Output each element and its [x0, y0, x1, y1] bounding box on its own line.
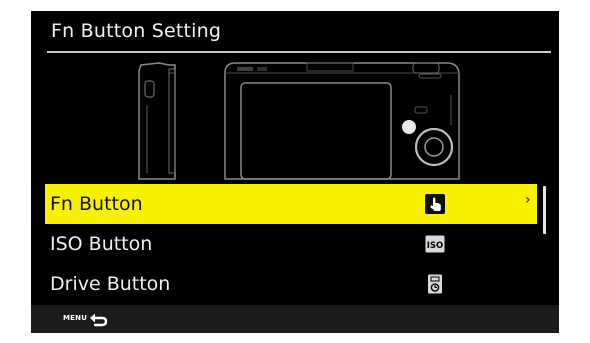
- menu-item-drive-button[interactable]: Drive Button: [45, 264, 537, 304]
- menu-item-iso-button[interactable]: ISO Button ISO: [45, 224, 537, 264]
- camera-menu-screen: Fn Button Setting Fn Button › ISO Button…: [31, 11, 559, 333]
- menu-item-label: Fn Button: [50, 193, 143, 215]
- scrollbar[interactable]: [543, 186, 546, 234]
- bottom-guide-bar: MENU: [31, 305, 559, 333]
- menu-item-label: ISO Button: [50, 233, 153, 255]
- hand-pointer-icon: [425, 194, 445, 214]
- camera-illustration: [138, 62, 460, 180]
- menu-key-label: MENU: [63, 314, 88, 322]
- chevron-right-icon: ›: [525, 192, 531, 208]
- menu-list: Fn Button › ISO Button ISO Drive Button: [45, 184, 537, 304]
- iso-icon: ISO: [425, 235, 445, 253]
- menu-item-fn-button[interactable]: Fn Button ›: [45, 184, 537, 224]
- drive-mode-icon: [428, 274, 442, 294]
- title-divider: [47, 51, 551, 53]
- menu-item-label: Drive Button: [50, 273, 171, 295]
- page-title: Fn Button Setting: [51, 20, 222, 42]
- svg-text:ISO: ISO: [427, 241, 444, 251]
- return-arrow-icon[interactable]: [89, 310, 109, 328]
